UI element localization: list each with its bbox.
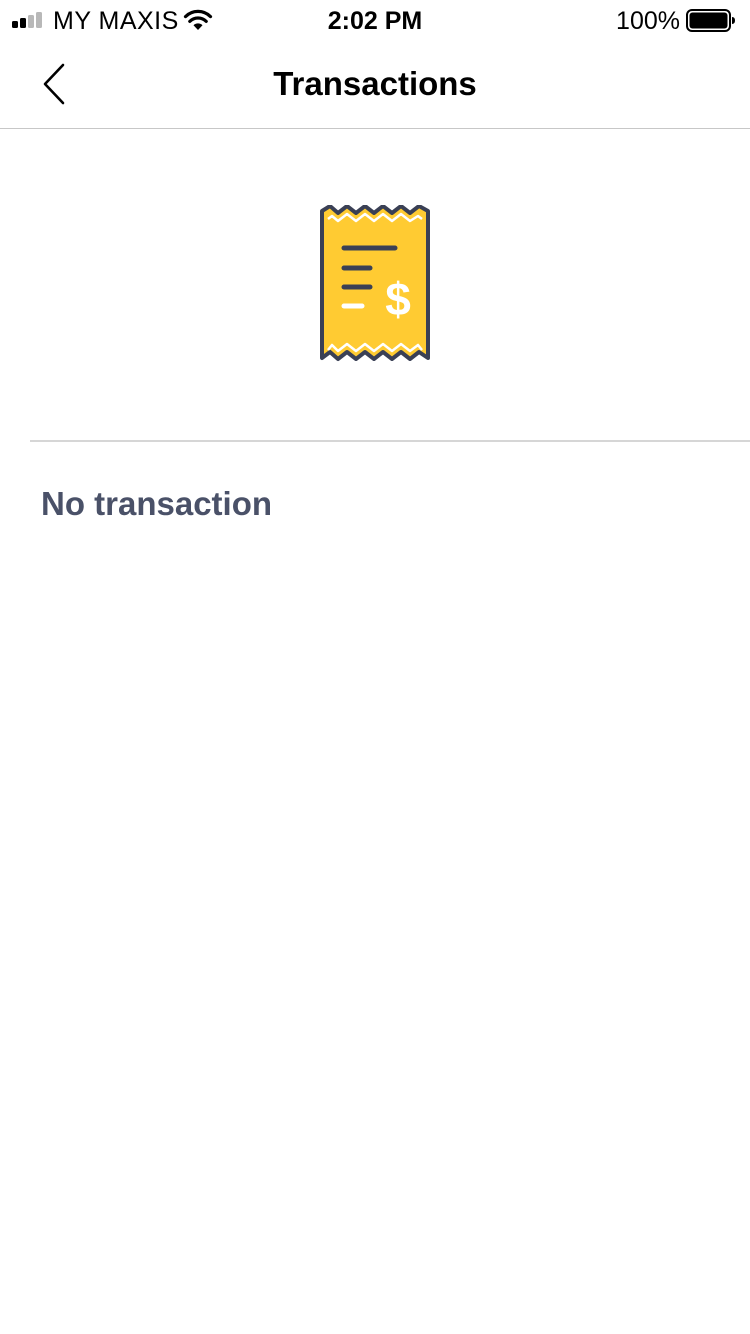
divider [30,440,750,442]
empty-state-message: No transaction [41,485,273,522]
page-title: Transactions [273,65,477,102]
battery-percentage: 100% [616,7,680,35]
battery-full-icon [686,9,735,32]
navigation-bar: Transactions [0,40,750,129]
svg-text:$: $ [385,273,411,325]
transactions-screen: MY MAXIS 2:02 PM 100% Transactions $ No … [0,0,750,1334]
status-bar: MY MAXIS 2:02 PM 100% [0,0,750,40]
receipt-dollar-icon: $ [320,205,430,361]
